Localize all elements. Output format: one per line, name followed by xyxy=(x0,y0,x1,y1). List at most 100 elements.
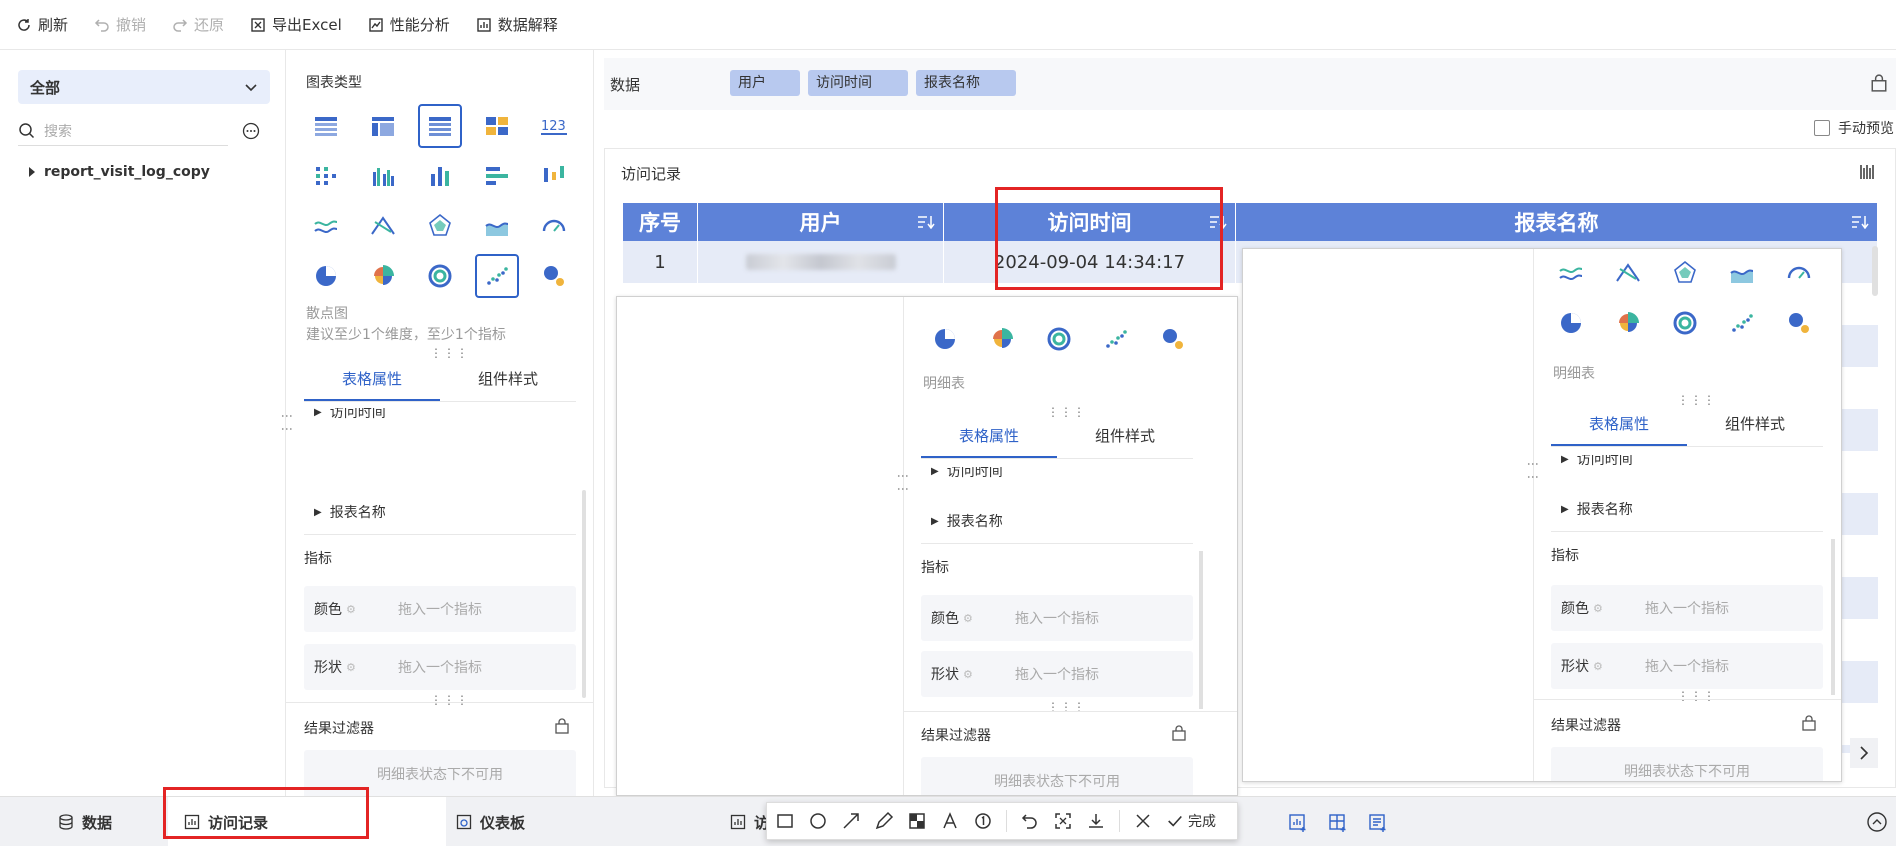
add-dashboard-icon[interactable] xyxy=(1328,813,1348,833)
pie-option[interactable] xyxy=(925,319,965,359)
tab-partial[interactable]: 访 xyxy=(730,797,769,846)
ring-option[interactable] xyxy=(1039,319,1079,359)
scatter-option[interactable] xyxy=(475,254,519,298)
resize-grip[interactable]: ⋮⋮⋮ xyxy=(1677,689,1716,703)
pen-tool-icon[interactable] xyxy=(874,811,894,831)
pie-option[interactable] xyxy=(306,256,346,296)
gauge-option[interactable] xyxy=(534,206,574,246)
cross-table-option[interactable] xyxy=(363,106,403,146)
field-row-cut[interactable]: ▶ 访问时间 xyxy=(314,408,386,420)
search-input[interactable]: 搜索 xyxy=(18,116,228,146)
horizontal-bar-option[interactable] xyxy=(477,156,517,196)
lock-icon[interactable] xyxy=(1801,715,1817,731)
column-resize-grip[interactable]: ⋮⋮ xyxy=(280,410,294,436)
cross-line-option[interactable] xyxy=(363,206,403,246)
scrollbar[interactable] xyxy=(1199,551,1203,709)
manual-preview-checkbox[interactable] xyxy=(1814,120,1830,136)
tab-component-style[interactable]: 组件样式 xyxy=(440,358,576,401)
field-pill-visit-time[interactable]: 访问时间 xyxy=(808,70,908,96)
next-page-button[interactable] xyxy=(1850,738,1878,768)
mosaic-tool-icon[interactable] xyxy=(907,811,927,831)
field-pill-report-name[interactable]: 报表名称 xyxy=(916,70,1016,96)
line-option[interactable] xyxy=(306,206,346,246)
column-header-report-name[interactable]: 报表名称 xyxy=(1236,203,1877,241)
tab-dashboard[interactable]: 仪表板 xyxy=(456,797,525,846)
pin-screenshot-icon[interactable] xyxy=(1053,811,1073,831)
dot-matrix-option[interactable] xyxy=(306,156,346,196)
scatter-option[interactable] xyxy=(1722,303,1762,343)
bubble-option[interactable] xyxy=(1153,319,1193,359)
bubble-option[interactable] xyxy=(1779,303,1819,343)
performance-button[interactable]: 性能分析 xyxy=(368,14,450,35)
number-marker-icon[interactable] xyxy=(973,811,993,831)
card-option[interactable] xyxy=(477,106,517,146)
rectangle-tool-icon[interactable] xyxy=(775,811,795,831)
refresh-button[interactable]: 刷新 xyxy=(16,14,68,35)
line-option[interactable] xyxy=(1551,253,1591,293)
bubble-option[interactable] xyxy=(534,256,574,296)
column-resize-grip[interactable]: ⋮⋮ xyxy=(896,470,910,496)
radar-option[interactable] xyxy=(1665,253,1705,293)
field-report-name[interactable]: ▶ 报表名称 xyxy=(931,511,1003,531)
ring-option[interactable] xyxy=(420,256,460,296)
table-chart-option[interactable] xyxy=(306,106,346,146)
scrollbar[interactable] xyxy=(582,490,586,698)
export-excel-button[interactable]: 导出Excel xyxy=(250,14,342,35)
number-option[interactable]: 123 xyxy=(534,106,574,146)
field-report-name[interactable]: ▶ 报表名称 xyxy=(314,502,386,522)
tab-table-properties[interactable]: 表格属性 xyxy=(304,358,440,401)
arrow-tool-icon[interactable] xyxy=(841,811,861,831)
cross-line-option[interactable] xyxy=(1608,253,1648,293)
more-options-icon[interactable] xyxy=(242,122,260,140)
lock-icon[interactable] xyxy=(1171,725,1187,741)
column-header-user[interactable]: 用户 xyxy=(698,203,944,241)
sort-icon[interactable] xyxy=(917,215,935,229)
shape-drop-zone[interactable]: 形状 ⚙ 拖入一个指标 xyxy=(1551,643,1823,689)
tab-data[interactable]: 数据 xyxy=(58,797,112,846)
field-pill-user[interactable]: 用户 xyxy=(730,70,800,96)
tree-item-dataset[interactable]: report_visit_log_copy xyxy=(28,164,210,180)
shape-drop-zone[interactable]: 形状 ⚙ 拖入一个指标 xyxy=(304,644,576,690)
column-header-index[interactable]: 序号 xyxy=(623,203,698,241)
color-drop-zone[interactable]: 颜色 ⚙ 拖入一个指标 xyxy=(1551,585,1823,631)
rose-option[interactable] xyxy=(363,256,403,296)
tab-table-properties[interactable]: 表格属性 xyxy=(1551,403,1687,446)
waterfall-option[interactable] xyxy=(534,156,574,196)
grouped-bar-option[interactable] xyxy=(363,156,403,196)
field-row-cut[interactable]: ▶ 访问时间 xyxy=(931,467,1003,479)
pie-option[interactable] xyxy=(1551,303,1591,343)
text-tool-icon[interactable] xyxy=(940,811,960,831)
manual-preview-toggle[interactable]: 手动预览 xyxy=(1814,118,1894,138)
tab-table-properties[interactable]: 表格属性 xyxy=(921,415,1057,458)
color-drop-zone[interactable]: 颜色 ⚙ 拖入一个指标 xyxy=(304,586,576,632)
dataset-dropdown[interactable]: 全部 xyxy=(18,70,270,104)
chart-settings-icon[interactable] xyxy=(1859,163,1877,181)
rose-option[interactable] xyxy=(1608,303,1648,343)
scatter-option[interactable] xyxy=(1096,319,1136,359)
undo-icon[interactable] xyxy=(1020,811,1040,831)
undo-button[interactable]: 撤销 xyxy=(94,14,146,35)
lock-icon[interactable] xyxy=(1870,74,1888,92)
done-button[interactable]: 完成 xyxy=(1166,811,1216,831)
field-row-cut[interactable]: ▶ 访问时间 xyxy=(1561,455,1633,467)
rose-option[interactable] xyxy=(982,319,1022,359)
close-icon[interactable] xyxy=(1133,811,1153,831)
add-chart-icon[interactable] xyxy=(1288,813,1308,833)
sort-icon[interactable] xyxy=(1851,215,1869,229)
lock-icon[interactable] xyxy=(554,718,570,734)
column-resize-grip[interactable]: ⋮⋮ xyxy=(1526,458,1540,484)
gauge-option[interactable] xyxy=(1779,253,1819,293)
add-report-icon[interactable] xyxy=(1368,813,1388,833)
tab-component-style[interactable]: 组件样式 xyxy=(1687,403,1823,446)
data-explain-button[interactable]: 数据解释 xyxy=(476,14,558,35)
ellipse-tool-icon[interactable] xyxy=(808,811,828,831)
redo-button[interactable]: 还原 xyxy=(172,14,224,35)
ring-option[interactable] xyxy=(1665,303,1705,343)
area-option[interactable] xyxy=(1722,253,1762,293)
area-option[interactable] xyxy=(477,206,517,246)
bar-option[interactable] xyxy=(420,156,460,196)
radar-option[interactable] xyxy=(420,206,460,246)
download-icon[interactable] xyxy=(1086,811,1106,831)
tab-component-style[interactable]: 组件样式 xyxy=(1057,415,1193,458)
resize-grip[interactable]: ⋮⋮⋮ xyxy=(430,693,469,707)
